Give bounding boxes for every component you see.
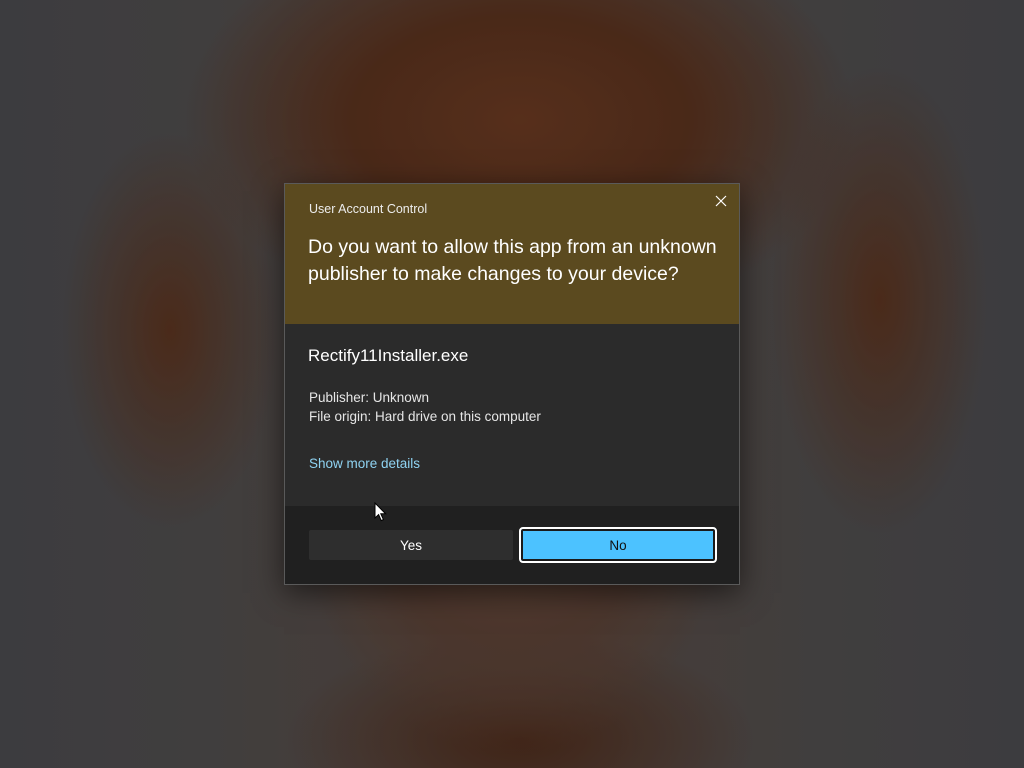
- uac-header: User Account Control Do you want to allo…: [285, 184, 739, 324]
- dialog-title: User Account Control: [309, 202, 428, 216]
- show-more-details-link[interactable]: Show more details: [309, 456, 420, 471]
- uac-footer: Yes No: [285, 506, 739, 584]
- no-button[interactable]: No: [519, 527, 717, 563]
- file-origin-info: File origin: Hard drive on this computer: [309, 409, 541, 424]
- close-icon: [715, 195, 727, 207]
- publisher-info: Publisher: Unknown: [309, 390, 430, 405]
- uac-body: Rectify11Installer.exe Publisher: Unknow…: [285, 324, 739, 506]
- close-button[interactable]: [707, 188, 735, 214]
- app-name: Rectify11Installer.exe: [308, 346, 469, 365]
- yes-button[interactable]: Yes: [309, 530, 513, 560]
- mouse-pointer-icon: [374, 502, 387, 522]
- dialog-question: Do you want to allow this app from an un…: [308, 236, 717, 285]
- uac-dialog: User Account Control Do you want to allo…: [284, 183, 740, 585]
